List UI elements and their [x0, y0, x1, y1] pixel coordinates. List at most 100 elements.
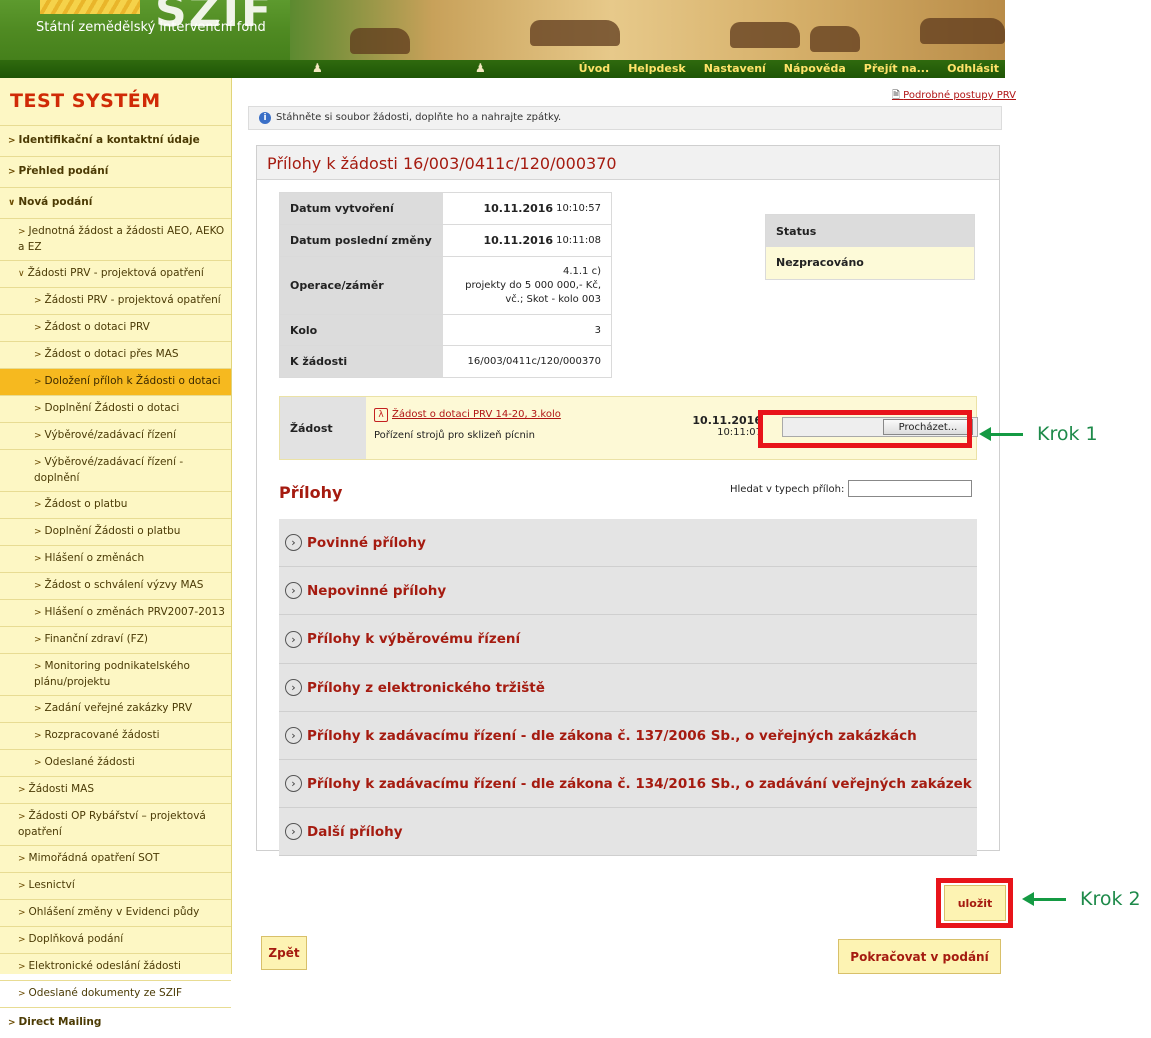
sidebar-item[interactable]: > Přehled podání	[0, 156, 231, 187]
sidebar: TEST SYSTÉM > Identifikační a kontaktní ú…	[0, 78, 232, 1028]
request-doc-link[interactable]: Žádost o dotaci PRV 14-20, 3.kolo	[392, 409, 561, 420]
chevron-right-icon: >	[34, 350, 42, 360]
chevron-right-icon: >	[34, 323, 42, 333]
sidebar-item[interactable]: ∨ Nová podání	[0, 187, 231, 218]
expand-icon: ›	[285, 582, 302, 599]
sidebar-item[interactable]: > Lesnictví	[0, 872, 231, 899]
back-button[interactable]: Zpět	[261, 936, 307, 970]
sidebar-item[interactable]: > Finanční zdraví (FZ)	[0, 626, 231, 653]
sidebar-item-label: Lesnictví	[28, 879, 75, 891]
nav-odhlasit[interactable]: Odhlásit	[947, 62, 999, 75]
sidebar-item-label: Identifikační a kontaktní údaje	[18, 134, 200, 146]
chevron-right-icon: >	[34, 296, 42, 306]
info-bar: i Stáhněte si soubor žádosti, doplňte ho …	[248, 106, 1002, 130]
meta-row: Kolo 3	[280, 315, 611, 346]
sidebar-item-label: Žádosti PRV - projektová opatření	[27, 267, 204, 279]
meta-value: 3	[594, 324, 601, 336]
sidebar-item[interactable]: > Identifikační a kontaktní údaje	[0, 125, 231, 156]
org-name: Státní zemědělský intervenční fond	[36, 20, 266, 35]
sidebar-item-label: Žádost o schválení výzvy MAS	[44, 579, 204, 591]
sidebar-item[interactable]: > Hlášení o změnách	[0, 545, 231, 572]
sidebar-item[interactable]: > Výběrové/zadávací řízení - doplnění	[0, 449, 231, 491]
status-label: Status	[766, 215, 974, 247]
sidebar-item[interactable]: > Odeslané žádosti	[0, 749, 231, 776]
sidebar-item-label: Jednotná žádost a žádosti AEO, AEKO a EZ	[18, 225, 225, 253]
chevron-right-icon: >	[8, 136, 16, 146]
sidebar-item[interactable]: > Ohlášení změny v Evidenci půdy	[0, 899, 231, 926]
meta-label: Datum vytvoření	[280, 193, 443, 224]
sidebar-item-label: Ohlášení změny v Evidenci půdy	[28, 906, 200, 918]
sidebar-item[interactable]: > Jednotná žádost a žádosti AEO, AEKO a E…	[0, 218, 231, 260]
chevron-right-icon: >	[34, 500, 42, 510]
nav-helpdesk[interactable]: Helpdesk	[628, 62, 686, 75]
section-required[interactable]: › Povinné přílohy	[279, 519, 977, 567]
chevron-right-icon: >	[34, 458, 42, 468]
meta-label: Datum poslední změny	[280, 225, 443, 256]
sidebar-item[interactable]: > Doplnění Žádosti o dotaci	[0, 395, 231, 422]
section-law-134[interactable]: › Přílohy k zadávacímu řízení - dle zákon…	[279, 760, 977, 808]
sidebar-item[interactable]: ∨ Žádosti PRV - projektová opatření	[0, 260, 231, 287]
chevron-right-icon: >	[8, 167, 16, 177]
attachment-search-input[interactable]	[848, 480, 972, 497]
nav-uvod[interactable]: Úvod	[579, 62, 611, 75]
sidebar-item[interactable]: > Odeslané dokumenty ze SZIF	[0, 980, 231, 1007]
sidebar-item[interactable]: > Elektronické odeslání žádosti	[0, 953, 231, 980]
sidebar-item[interactable]: > Monitoring podnikatelského plánu/projek…	[0, 653, 231, 695]
chevron-down-icon: ∨	[8, 198, 16, 208]
status-box: Status Nezpracováno	[765, 214, 975, 280]
request-label: Žádost	[280, 397, 366, 459]
sidebar-item[interactable]: > Hlášení o změnách PRV2007-2013	[0, 599, 231, 626]
chevron-right-icon: >	[18, 854, 26, 864]
save-button[interactable]: uložit	[944, 885, 1006, 921]
cattle-image	[920, 18, 1005, 44]
request-date: 10.11.2016 10:11:07	[692, 414, 762, 438]
step2-annotation: Krok 2	[1022, 888, 1141, 910]
sidebar-item-label: Přehled podání	[18, 165, 109, 177]
sidebar-item[interactable]: > Mimořádná opatření SOT	[0, 845, 231, 872]
sidebar-item-label: Mimořádná opatření SOT	[28, 852, 160, 864]
arrow-left-icon	[979, 427, 991, 441]
chevron-right-icon: >	[18, 935, 26, 945]
section-law-137[interactable]: › Přílohy k zadávacímu řízení - dle zákon…	[279, 712, 977, 760]
sidebar-item[interactable]: > Žádosti MAS	[0, 776, 231, 803]
sidebar-item[interactable]: > Žádost o platbu	[0, 491, 231, 518]
sidebar-item-label: Výběrové/zadávací řízení	[44, 429, 177, 441]
meta-row: Datum poslední změny 10.11.2016 10:11:08	[280, 225, 611, 257]
sidebar-item[interactable]: > Zadání veřejné zakázky PRV	[0, 695, 231, 722]
chevron-right-icon: >	[18, 962, 26, 972]
section-e-market[interactable]: › Přílohy z elektronického tržiště	[279, 664, 977, 712]
sidebar-item[interactable]: > Žádost o schválení výzvy MAS	[0, 572, 231, 599]
sidebar-item[interactable]: > Výběrové/zadávací řízení	[0, 422, 231, 449]
prv-procedures-link[interactable]: 🗎 Podrobné postupy PRV	[892, 88, 1016, 105]
expand-icon: ›	[285, 775, 302, 792]
attachments-panel: Přílohy k žádosti 16/003/0411c/120/00037…	[256, 145, 1000, 856]
sidebar-item[interactable]: > Žádost o dotaci přes MAS	[0, 341, 231, 368]
meta-row: Datum vytvoření 10.11.2016 10:10:57	[280, 193, 611, 225]
section-optional[interactable]: › Nepovinné přílohy	[279, 567, 977, 615]
user-icon: ♟	[312, 61, 323, 75]
chevron-right-icon: >	[18, 989, 26, 999]
expand-icon: ›	[285, 630, 302, 648]
section-selection[interactable]: › Přílohy k výběrovému řízení	[279, 615, 977, 664]
sidebar-nav: > Identifikační a kontaktní údaje > Přehled…	[0, 125, 231, 1038]
nav-prejit-na[interactable]: Přejít na...	[864, 62, 929, 75]
request-document: λ Žádost o dotaci PRV 14-20, 3.kolo Poříz…	[366, 397, 646, 459]
nav-napoveda[interactable]: Nápověda	[784, 62, 846, 75]
sidebar-item[interactable]: > Doplňková podání	[0, 926, 231, 953]
sidebar-item-label: Hlášení o změnách PRV2007-2013	[44, 606, 225, 618]
status-badge: Nezpracováno	[766, 247, 974, 279]
sidebar-item[interactable]: > Žádosti PRV - projektová opatření	[0, 287, 231, 314]
sidebar-item[interactable]: > Direct Mailing	[0, 1007, 231, 1038]
sidebar-item-label: Doplnění Žádosti o dotaci	[44, 402, 180, 414]
meta-table: Datum vytvoření 10.11.2016 10:10:57 Datum…	[279, 192, 612, 378]
nav-nastaveni[interactable]: Nastavení	[704, 62, 766, 75]
sidebar-item-label: Doplňková podání	[28, 933, 124, 945]
sidebar-item[interactable]: > Doložení příloh k Žádosti o dotaci	[0, 368, 231, 395]
continue-button[interactable]: Pokračovat v podání	[838, 939, 1001, 974]
sidebar-item[interactable]: > Rozpracované žádosti	[0, 722, 231, 749]
sidebar-item[interactable]: > Doplnění Žádosti o platbu	[0, 518, 231, 545]
step1-annotation: Krok 1	[979, 423, 1098, 445]
section-other[interactable]: › Další přílohy	[279, 808, 977, 856]
sidebar-item[interactable]: > Žádost o dotaci PRV	[0, 314, 231, 341]
sidebar-item[interactable]: > Žádosti OP Rybářství – projektová opatř…	[0, 803, 231, 845]
